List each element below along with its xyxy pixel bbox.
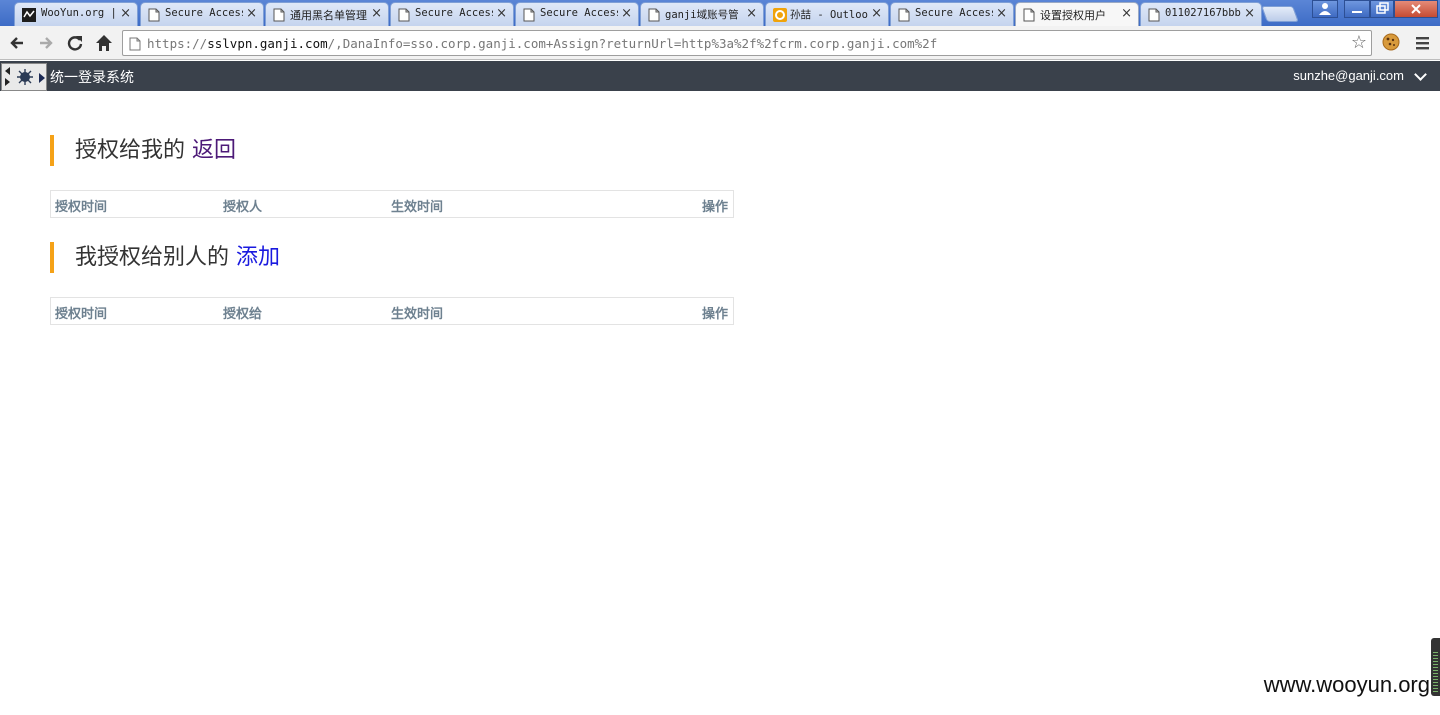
play-arrow-icon[interactable] <box>39 73 45 83</box>
menu-icon[interactable] <box>1413 33 1433 53</box>
column-header: 操作 <box>701 307 728 322</box>
close-icon[interactable]: × <box>496 6 507 22</box>
collapse-left-icon[interactable] <box>5 67 10 75</box>
forward-button[interactable] <box>34 31 58 55</box>
app-header: 统一登录系统 sunzhe@ganji.com <box>0 61 1440 91</box>
watermark: www.wooyun.org <box>1263 672 1430 697</box>
secure-access-logo-icon[interactable] <box>15 68 35 86</box>
restore-button[interactable] <box>1370 0 1394 18</box>
browser-tab[interactable]: 通用黑名单管理 × <box>265 2 389 26</box>
app-title: 统一登录系统 <box>50 70 134 86</box>
section-heading: 授权给我的 <box>75 138 186 163</box>
reload-icon <box>67 36 83 51</box>
home-icon <box>96 35 112 51</box>
page-icon <box>1148 8 1160 22</box>
browser-tab[interactable]: ganji域账号管 × <box>640 2 764 26</box>
close-icon[interactable]: × <box>621 6 632 22</box>
url-path: /,DanaInfo=sso.corp.ganji.com+Assign?ret… <box>327 36 938 51</box>
browser-tab-strip: WooYun.org | × Secure Access × 通用黑名单管理 ×… <box>0 0 1440 27</box>
outlook-icon <box>773 8 787 22</box>
granted-to-me-table-header: 授权时间 授权人 生效时间 操作 <box>50 190 734 218</box>
browser-tab[interactable]: 011027167bbb × <box>1140 2 1262 26</box>
column-header: 授权人 <box>223 200 263 215</box>
tab-title: Secure Access <box>915 7 993 19</box>
url-host: sslvpn.ganji.com <box>207 36 328 51</box>
url-scheme: https:// <box>147 36 208 51</box>
cookie-extension-icon[interactable] <box>1381 32 1401 52</box>
close-icon[interactable]: × <box>1244 6 1255 22</box>
profile-icon[interactable] <box>1312 0 1338 18</box>
browser-tab[interactable]: Secure Access × <box>515 2 639 26</box>
side-gauge-widget[interactable] <box>1431 638 1440 696</box>
wooyun-icon <box>22 8 36 22</box>
browser-tab-active[interactable]: 设置授权用户 × <box>1015 2 1139 27</box>
address-bar[interactable]: https://sslvpn.ganji.com/,DanaInfo=sso.c… <box>122 30 1372 56</box>
browser-tab[interactable]: 孙喆 - Outlook × <box>765 2 889 26</box>
tab-title: Secure Access <box>540 7 618 19</box>
expand-right-icon[interactable] <box>5 78 10 86</box>
column-header: 授权时间 <box>55 307 108 322</box>
close-icon[interactable]: × <box>996 6 1007 22</box>
gauge-level <box>1433 652 1438 693</box>
column-header: 授权时间 <box>55 200 108 215</box>
back-button[interactable] <box>5 31 29 55</box>
section-title-granted-to-me: 授权给我的 返回 <box>50 135 236 166</box>
column-header: 生效时间 <box>391 307 444 322</box>
page-icon <box>648 8 660 22</box>
browser-toolbar: https://sslvpn.ganji.com/,DanaInfo=sso.c… <box>0 26 1440 60</box>
tab-title: 011027167bbb <box>1165 7 1241 19</box>
new-tab-button[interactable] <box>1261 6 1299 22</box>
close-icon[interactable]: × <box>371 6 382 22</box>
page-icon <box>898 8 910 22</box>
tab-title: 孙喆 - Outlook <box>790 9 868 21</box>
browser-tab[interactable]: Secure Access × <box>890 2 1014 26</box>
arrow-right-icon <box>40 37 53 49</box>
home-button[interactable] <box>92 31 116 55</box>
column-header: 生效时间 <box>391 200 444 215</box>
close-icon[interactable]: × <box>246 6 257 22</box>
page-icon <box>129 36 141 55</box>
minimize-button[interactable] <box>1344 0 1370 18</box>
column-header: 操作 <box>701 200 728 215</box>
close-icon[interactable]: × <box>746 6 757 22</box>
tab-title: Secure Access <box>165 7 243 19</box>
page-icon <box>398 8 410 22</box>
page-icon <box>1023 8 1035 22</box>
page-icon <box>523 8 535 22</box>
window-close-button[interactable] <box>1394 0 1438 18</box>
back-link[interactable]: 返回 <box>192 138 236 163</box>
tab-title: WooYun.org | <box>41 7 117 19</box>
browser-tab[interactable]: Secure Access × <box>140 2 264 26</box>
page-icon <box>273 8 285 22</box>
secure-access-toolbar[interactable] <box>1 63 47 91</box>
user-email[interactable]: sunzhe@ganji.com <box>1293 68 1404 83</box>
tab-title: 通用黑名单管理 <box>290 9 367 22</box>
close-icon[interactable]: × <box>120 6 131 22</box>
add-link[interactable]: 添加 <box>236 245 280 270</box>
browser-tab[interactable]: Secure Access × <box>390 2 514 26</box>
tab-title: ganji域账号管 <box>665 9 739 21</box>
bookmark-star-icon[interactable]: ☆ <box>1351 32 1367 53</box>
tab-title: 设置授权用户 <box>1040 9 1106 22</box>
close-icon[interactable]: × <box>871 6 882 22</box>
page-icon <box>148 8 160 22</box>
arrow-left-icon <box>10 37 23 49</box>
section-title-granted-by-me: 我授权给别人的 添加 <box>50 242 280 273</box>
browser-tab[interactable]: WooYun.org | × <box>14 2 138 26</box>
reload-button[interactable] <box>63 31 87 55</box>
granted-by-me-table-header: 授权时间 授权给 生效时间 操作 <box>50 297 734 325</box>
column-header: 授权给 <box>223 307 263 322</box>
section-heading: 我授权给别人的 <box>75 245 230 270</box>
chevron-down-icon[interactable] <box>1414 68 1427 81</box>
tab-title: Secure Access <box>415 7 493 19</box>
url-text[interactable]: https://sslvpn.ganji.com/,DanaInfo=sso.c… <box>147 36 937 51</box>
close-icon[interactable]: × <box>1121 6 1132 22</box>
